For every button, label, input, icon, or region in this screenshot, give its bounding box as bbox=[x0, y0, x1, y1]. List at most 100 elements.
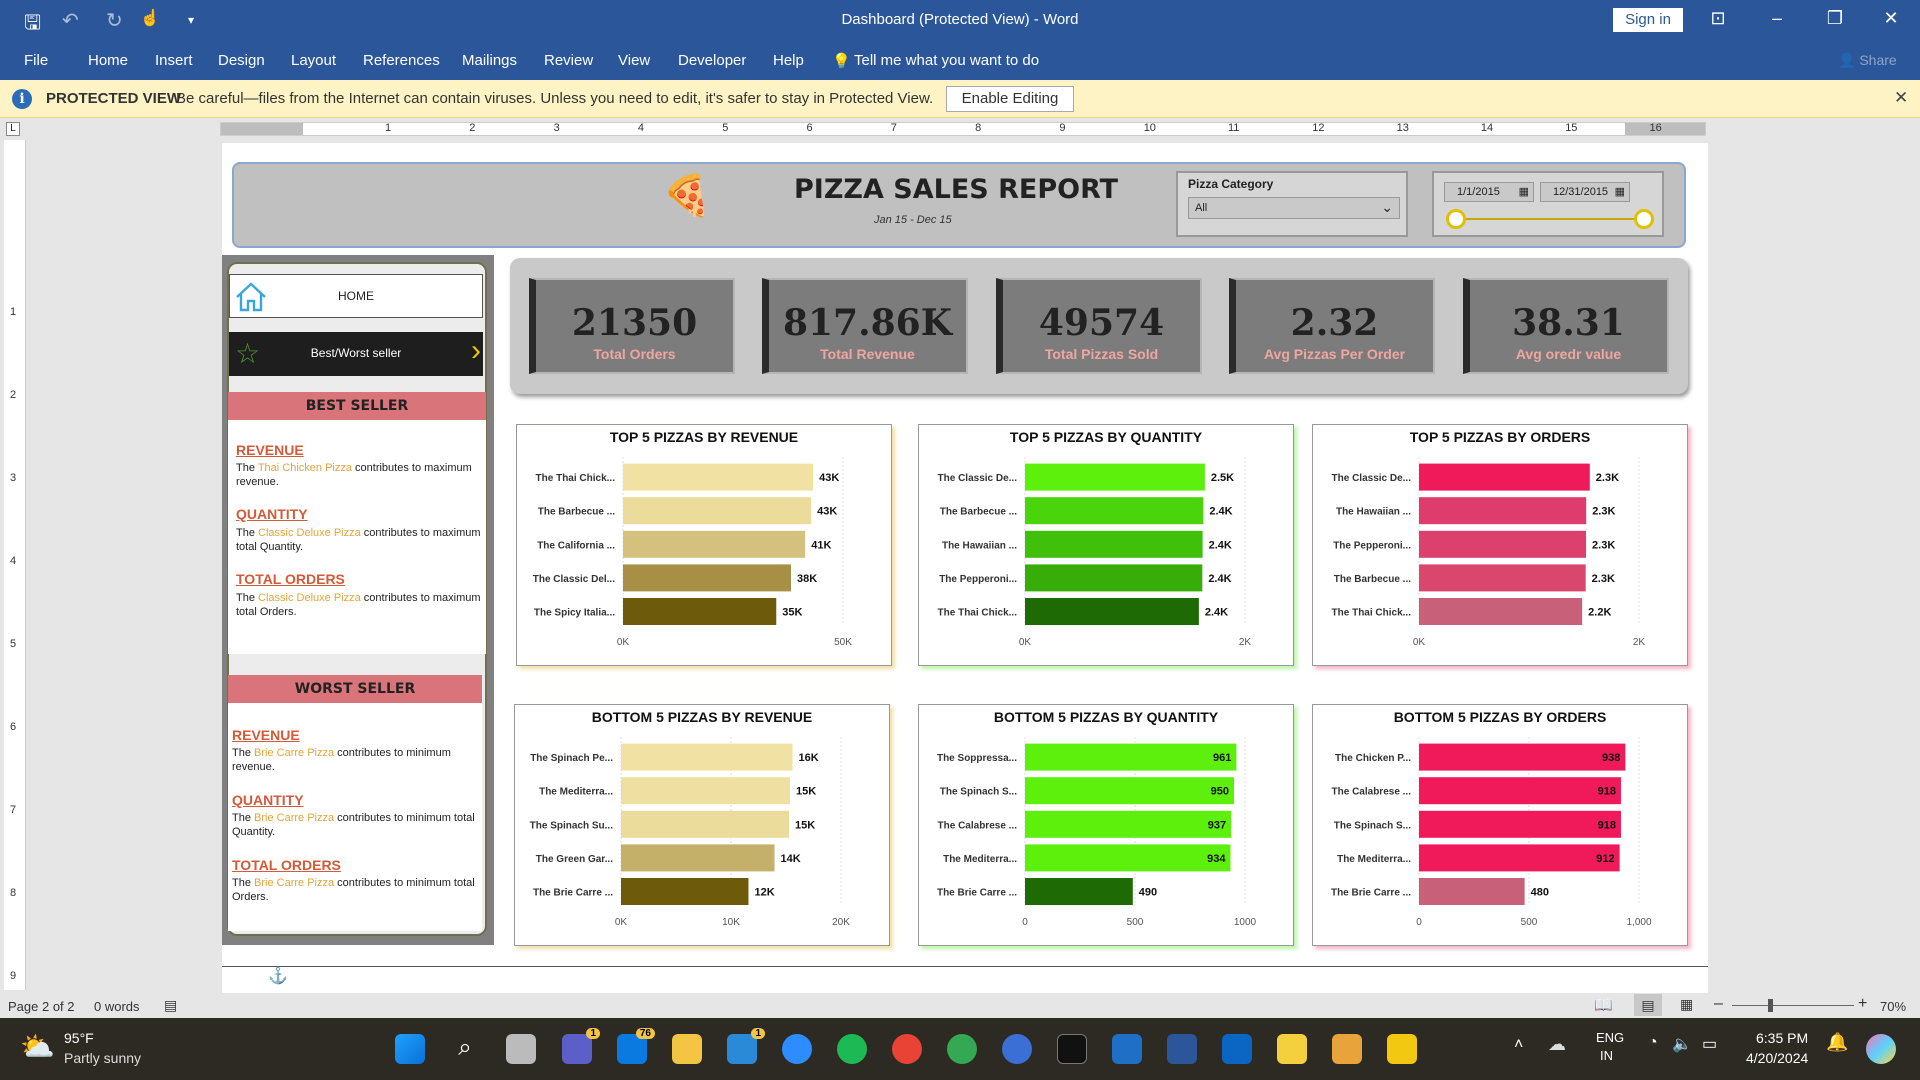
bar[interactable] bbox=[1419, 844, 1620, 872]
bar[interactable] bbox=[1419, 743, 1626, 771]
bar[interactable] bbox=[621, 844, 775, 872]
bar[interactable] bbox=[621, 810, 790, 838]
bar[interactable] bbox=[621, 777, 790, 805]
bar[interactable] bbox=[1025, 564, 1203, 592]
bar[interactable] bbox=[1025, 844, 1231, 872]
print-layout-icon[interactable]: ▤ bbox=[1634, 994, 1662, 1016]
tab-references[interactable]: References bbox=[363, 52, 440, 69]
home-button[interactable]: HOME bbox=[229, 274, 483, 318]
tab-design[interactable]: Design bbox=[218, 52, 265, 69]
bar[interactable] bbox=[1025, 598, 1199, 625]
sign-in-button[interactable]: Sign in bbox=[1613, 8, 1683, 32]
enable-editing-button[interactable]: Enable Editing bbox=[946, 86, 1074, 112]
teams-icon[interactable]: 1 bbox=[562, 1028, 600, 1064]
proofing-icon[interactable]: ▤ bbox=[164, 997, 177, 1014]
bar[interactable] bbox=[1419, 777, 1621, 805]
tell-me-search[interactable]: Tell me what you want to do bbox=[854, 52, 1039, 69]
language-primary[interactable]: ENG bbox=[1596, 1030, 1624, 1045]
bar[interactable] bbox=[1419, 463, 1590, 491]
tab-review[interactable]: Review bbox=[544, 52, 593, 69]
start-icon[interactable] bbox=[395, 1034, 425, 1064]
zoom-level[interactable]: 70% bbox=[1880, 999, 1906, 1014]
zoom-slider[interactable] bbox=[1732, 1005, 1854, 1006]
minimize-icon[interactable]: – bbox=[1762, 8, 1792, 29]
mail-icon[interactable]: 1 bbox=[727, 1028, 765, 1064]
ruler-bar[interactable]: 1 2 3 4 5 6 7 8 9 10 11 12 13 14 15 16 bbox=[220, 122, 1706, 136]
bar[interactable] bbox=[1025, 810, 1232, 838]
wifi-icon[interactable]: ◔ bbox=[1648, 1034, 1658, 1052]
bar[interactable] bbox=[1419, 598, 1583, 625]
bar[interactable] bbox=[1419, 810, 1621, 838]
date-end-input[interactable]: 12/31/2015 ▦ bbox=[1540, 182, 1630, 202]
spotify-icon[interactable] bbox=[837, 1034, 867, 1064]
wps-icon[interactable] bbox=[1002, 1034, 1032, 1064]
linkedin-icon[interactable] bbox=[1222, 1034, 1252, 1064]
date-start-input[interactable]: 1/1/2015 ▦ bbox=[1444, 182, 1534, 202]
bar[interactable] bbox=[1025, 530, 1203, 558]
read-mode-icon[interactable]: 📖 bbox=[1594, 996, 1613, 1014]
zoom-app-icon[interactable] bbox=[782, 1034, 812, 1064]
bar[interactable] bbox=[1025, 777, 1234, 805]
zoom-slider-thumb[interactable] bbox=[1768, 999, 1773, 1012]
close-icon[interactable]: ✕ bbox=[1876, 8, 1906, 29]
bar[interactable] bbox=[621, 743, 793, 771]
bar[interactable] bbox=[623, 530, 806, 558]
restore-icon[interactable]: ❐ bbox=[1820, 8, 1850, 29]
share-button[interactable]: 👤 Share bbox=[1838, 52, 1897, 69]
word-count[interactable]: 0 words bbox=[94, 999, 140, 1014]
bar[interactable] bbox=[1419, 530, 1587, 558]
bar[interactable] bbox=[1419, 497, 1587, 525]
task-view-icon[interactable] bbox=[506, 1034, 536, 1064]
bar[interactable] bbox=[1025, 497, 1204, 525]
chrome-profile-icon[interactable] bbox=[947, 1034, 977, 1064]
tools-icon[interactable] bbox=[1332, 1034, 1362, 1064]
zoom-in-icon[interactable]: + bbox=[1858, 995, 1867, 1013]
bar[interactable] bbox=[1419, 564, 1586, 592]
bar[interactable] bbox=[1419, 878, 1525, 905]
date-slider-start-handle[interactable] bbox=[1446, 209, 1466, 229]
app-window-icon[interactable] bbox=[1112, 1034, 1142, 1064]
store-icon[interactable]: 76 bbox=[617, 1028, 655, 1064]
battery-icon[interactable]: ▭ bbox=[1702, 1034, 1717, 1054]
volume-icon[interactable]: 🔈 bbox=[1672, 1034, 1692, 1054]
terminal-icon[interactable] bbox=[1057, 1034, 1087, 1064]
tab-selector-icon[interactable]: L bbox=[6, 122, 20, 136]
bar[interactable] bbox=[623, 497, 812, 525]
category-dropdown[interactable]: All ⌄ bbox=[1188, 197, 1400, 219]
zoom-out-icon[interactable]: – bbox=[1714, 995, 1723, 1013]
web-layout-icon[interactable]: ▦ bbox=[1680, 996, 1693, 1013]
weather-icon[interactable]: ⛅ bbox=[20, 1030, 55, 1063]
word-icon[interactable] bbox=[1167, 1034, 1197, 1064]
notification-bell-icon[interactable]: 🔔 bbox=[1826, 1032, 1848, 1053]
tab-layout[interactable]: Layout bbox=[291, 52, 336, 69]
bar[interactable] bbox=[1025, 463, 1205, 491]
language-secondary[interactable]: IN bbox=[1600, 1048, 1613, 1063]
chrome-icon[interactable] bbox=[892, 1034, 922, 1064]
clock-time[interactable]: 6:35 PM bbox=[1756, 1030, 1808, 1046]
bar[interactable] bbox=[623, 564, 791, 592]
bar[interactable] bbox=[623, 463, 814, 491]
sticky-notes-icon[interactable] bbox=[1277, 1034, 1307, 1064]
tab-file[interactable]: File bbox=[24, 52, 48, 69]
page-count[interactable]: Page 2 of 2 bbox=[8, 999, 75, 1014]
tab-home[interactable]: Home bbox=[88, 52, 128, 69]
tab-mailings[interactable]: Mailings bbox=[462, 52, 517, 69]
bar[interactable] bbox=[621, 878, 749, 905]
power-bi-icon[interactable] bbox=[1387, 1034, 1417, 1064]
bar[interactable] bbox=[623, 598, 777, 625]
chevron-up-icon[interactable]: ˄ bbox=[1514, 1036, 1523, 1054]
ribbon-display-icon[interactable]: ⊡ bbox=[1703, 8, 1733, 29]
tab-view[interactable]: View bbox=[618, 52, 650, 69]
cloud-icon[interactable]: ☁ bbox=[1548, 1034, 1566, 1055]
tab-developer[interactable]: Developer bbox=[678, 52, 746, 69]
tab-insert[interactable]: Insert bbox=[155, 52, 193, 69]
bar[interactable] bbox=[1025, 743, 1237, 771]
best-worst-button[interactable]: ☆ Best/Worst seller › bbox=[229, 332, 483, 376]
tab-help[interactable]: Help bbox=[773, 52, 804, 69]
date-slider-end-handle[interactable] bbox=[1634, 209, 1654, 229]
search-icon[interactable]: ⌕ bbox=[450, 1034, 480, 1064]
copilot-icon[interactable] bbox=[1866, 1034, 1896, 1064]
file-explorer-icon[interactable] bbox=[672, 1034, 702, 1064]
close-icon[interactable]: ✕ bbox=[1894, 88, 1908, 108]
clock-date[interactable]: 4/20/2024 bbox=[1746, 1050, 1808, 1066]
